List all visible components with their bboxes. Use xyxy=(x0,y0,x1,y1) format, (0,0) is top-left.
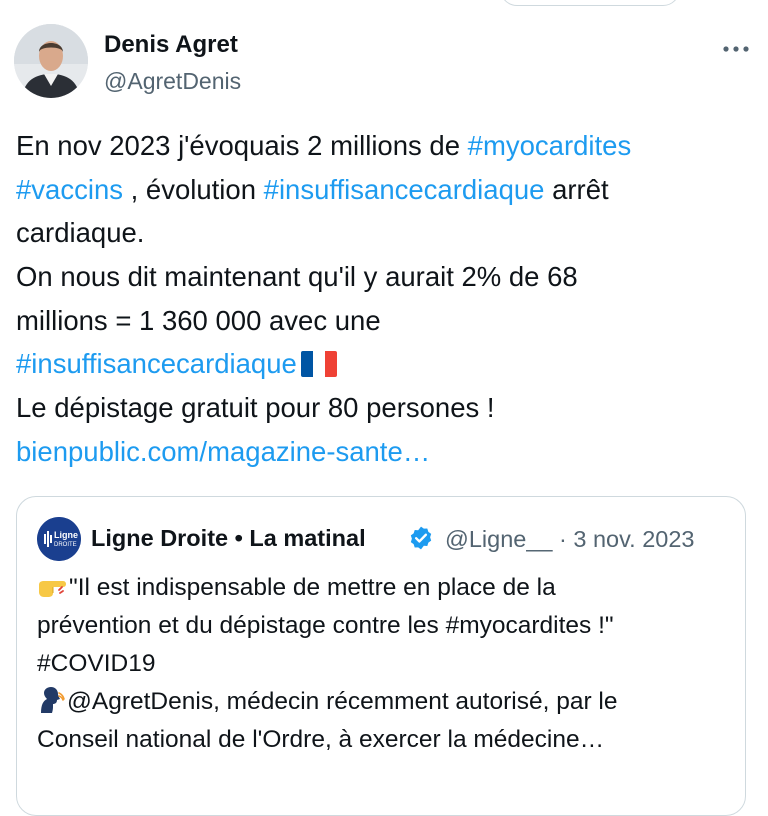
tweet-line: cardiaque. xyxy=(16,211,746,255)
more-options-button[interactable] xyxy=(718,34,754,64)
more-horizontal-icon xyxy=(723,46,749,52)
hashtag-link[interactable]: #insuffisancecardiaque xyxy=(264,174,545,205)
quoted-meta: @Ligne__ · 3 nov. 2023 xyxy=(445,526,694,553)
tweet-text-segment: , évolution xyxy=(123,173,264,205)
quoted-tweet-header: Ligne DROITE Ligne Droite • La matinal @… xyxy=(37,517,737,561)
top-partial-button[interactable] xyxy=(500,0,680,6)
quoted-text-segment: #COVID19 xyxy=(37,650,156,677)
quoted-line: #COVID19 xyxy=(37,645,727,683)
author-handle[interactable]: @AgretDenis xyxy=(104,68,241,95)
meta-separator: · xyxy=(559,526,567,552)
author-name[interactable]: Denis Agret xyxy=(104,31,238,59)
tweet-line: bienpublic.com/magazine-sante… xyxy=(16,430,746,474)
tweet-body: En nov 2023 j'évoquais 2 millions de #my… xyxy=(16,124,746,474)
quoted-line: Conseil national de l'Ordre, à exercer l… xyxy=(37,721,727,759)
hashtag-link[interactable]: #vaccins xyxy=(16,174,123,205)
speaking-head-icon xyxy=(37,687,65,725)
tweet-text-segment: Le dépistage gratuit pour 80 persones ! xyxy=(16,392,495,424)
tweet-text-segment: arrêt xyxy=(544,173,609,205)
tweet-text-segment: cardiaque. xyxy=(16,217,145,249)
quoted-author-avatar[interactable]: Ligne DROITE xyxy=(37,517,81,561)
quoted-text-segment: Conseil national de l'Ordre, à exercer l… xyxy=(37,726,605,753)
quoted-avatar-label-2: DROITE xyxy=(54,542,77,548)
quoted-text-segment: @AgretDenis, médecin récemment autorisé,… xyxy=(67,688,618,715)
external-link[interactable]: bienpublic.com/magazine-sante… xyxy=(16,436,430,467)
tweet-line: En nov 2023 j'évoquais 2 millions de #my… xyxy=(16,124,746,168)
quoted-date[interactable]: 3 nov. 2023 xyxy=(573,526,694,552)
tweet-text-segment: On nous dit maintenant qu'il y aurait 2%… xyxy=(16,261,578,293)
quoted-author-handle[interactable]: @Ligne__ xyxy=(445,526,553,552)
author-avatar[interactable] xyxy=(14,24,88,98)
france-flag-icon xyxy=(300,346,337,390)
quoted-tweet-card[interactable]: Ligne DROITE Ligne Droite • La matinal @… xyxy=(16,496,746,816)
quoted-avatar-label-1: Ligne xyxy=(54,530,78,540)
quoted-line: "Il est indispensable de mettre en place… xyxy=(37,569,727,607)
quoted-tweet-body: "Il est indispensable de mettre en place… xyxy=(37,569,727,759)
tweet-text-segment: millions = 1 360 000 avec une xyxy=(16,304,381,336)
hashtag-link[interactable]: #insuffisancecardiaque xyxy=(16,348,297,379)
tweet-line: On nous dit maintenant qu'il y aurait 2%… xyxy=(16,255,746,299)
quoted-line: prévention et du dépistage contre les #m… xyxy=(37,607,727,645)
verified-badge-icon xyxy=(408,525,434,556)
quoted-line: @AgretDenis, médecin récemment autorisé,… xyxy=(37,683,727,721)
quoted-author-name[interactable]: Ligne Droite • La matinal xyxy=(91,525,366,552)
tweet-line: #insuffisancecardiaque xyxy=(16,342,746,386)
tweet-line: #vaccins , évolution #insuffisancecardia… xyxy=(16,168,746,212)
pointing-hand-icon xyxy=(37,573,67,611)
tweet-text-segment: En nov 2023 j'évoquais 2 millions de xyxy=(16,130,468,161)
quoted-text-segment: "Il est indispensable de mettre en place… xyxy=(69,574,556,601)
tweet-line: Le dépistage gratuit pour 80 persones ! xyxy=(16,386,746,430)
hashtag-link[interactable]: #myocardites xyxy=(468,130,632,161)
tweet-line: millions = 1 360 000 avec une xyxy=(16,299,746,343)
quoted-text-segment: prévention et du dépistage contre les #m… xyxy=(37,612,614,639)
tweet-header: Denis Agret @AgretDenis xyxy=(14,24,754,100)
